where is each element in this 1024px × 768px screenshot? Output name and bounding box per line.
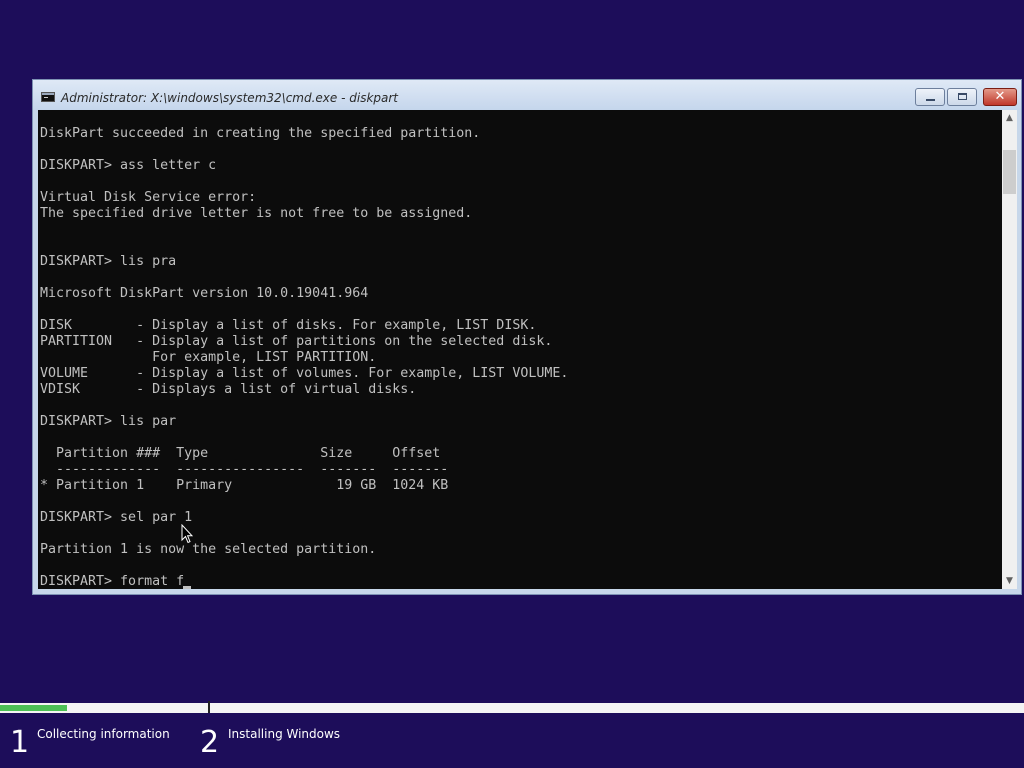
console-line: DiskPart succeeded in creating the speci… [40, 126, 481, 141]
scroll-thumb[interactable] [1003, 150, 1016, 194]
console-line: For example, LIST PARTITION. [40, 350, 377, 365]
console-line: * Partition 1 Primary 19 GB 1024 KB [40, 478, 449, 493]
console-line: VDISK - Displays a list of virtual disks… [40, 382, 417, 397]
window-title: Administrator: X:\windows\system32\cmd.e… [61, 91, 399, 105]
step-1-number: 1 [10, 725, 30, 760]
scroll-down-arrow-icon[interactable]: ▼ [1002, 573, 1017, 589]
console-line: DISKPART> sel par 1 [40, 510, 193, 525]
console-line: Partition ### Type Size Offset [40, 446, 441, 461]
scroll-up-arrow-icon[interactable]: ▲ [1002, 110, 1017, 126]
close-icon: ✕ [994, 89, 1006, 104]
console-line: DISK - Display a list of disks. For exam… [40, 318, 537, 333]
console-icon [41, 92, 55, 102]
minimize-icon [926, 99, 935, 101]
setup-progress-bar [0, 703, 1024, 713]
title-bar[interactable]: Administrator: X:\windows\system32\cmd.e… [33, 80, 1021, 110]
console-line: Microsoft DiskPart version 10.0.19041.96… [40, 286, 369, 301]
console-line: Partition 1 is now the selected partitio… [40, 542, 377, 557]
minimize-button[interactable] [915, 88, 945, 106]
step-divider [208, 701, 210, 713]
console-line: Virtual Disk Service error: [40, 190, 257, 205]
step-2-label: Installing Windows [228, 727, 341, 741]
maximize-button[interactable] [947, 88, 977, 106]
console-line: ------------- ---------------- ------- -… [40, 462, 449, 477]
text-cursor [183, 586, 191, 589]
console-output[interactable]: DiskPart succeeded in creating the speci… [38, 110, 1002, 589]
vertical-scrollbar[interactable]: ▲ ▼ [1002, 110, 1017, 589]
close-button[interactable]: ✕ [983, 88, 1017, 106]
mouse-pointer-icon [181, 524, 193, 544]
maximize-icon [958, 93, 967, 100]
cmd-window: Administrator: X:\windows\system32\cmd.e… [32, 79, 1022, 595]
step-2-number: 2 [200, 725, 220, 760]
console-line: DISKPART> format f [40, 574, 185, 589]
console-line: PARTITION - Display a list of partitions… [40, 334, 553, 349]
console-line: DISKPART> ass letter c [40, 158, 217, 173]
console-line: DISKPART> lis pra [40, 254, 177, 269]
console-line: DISKPART> lis par [40, 414, 177, 429]
console-line: VOLUME - Display a list of volumes. For … [40, 366, 569, 381]
console-line: The specified drive letter is not free t… [40, 206, 473, 221]
setup-progress-fill [0, 705, 67, 711]
step-1-label: Collecting information [37, 727, 170, 741]
